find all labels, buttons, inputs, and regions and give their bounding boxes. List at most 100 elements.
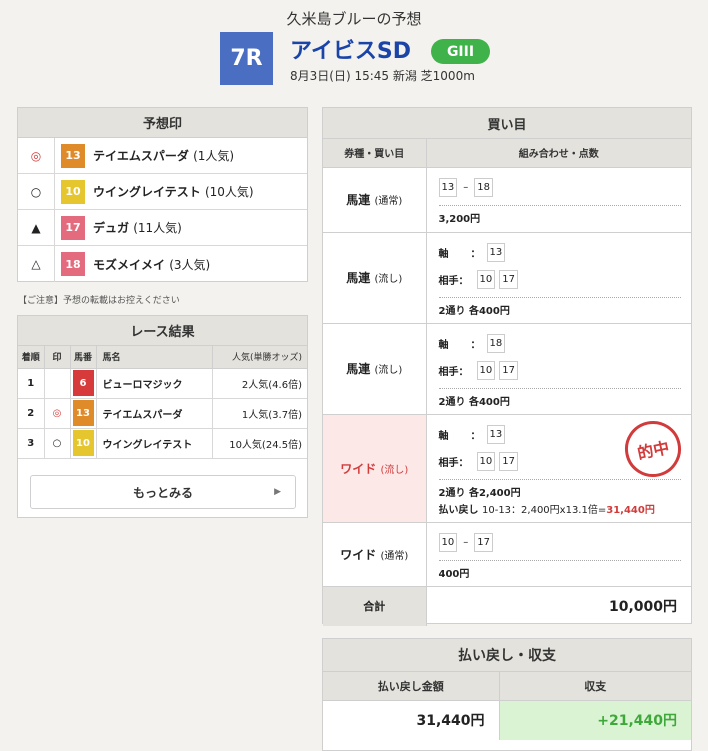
combo-number: 13 — [438, 178, 458, 197]
horse-name: モズメイメイ (3人気) — [93, 256, 210, 273]
bet-row: ワイド (通常) 10 – 17 400円 — [323, 522, 691, 587]
horse-number: 13 — [61, 143, 85, 168]
bet-type: ワイド (流し) — [323, 414, 427, 523]
horse-name: デュガ (11人気) — [93, 219, 182, 236]
horse-number: 6 — [72, 370, 94, 396]
bet-type-sub: (流し) — [374, 365, 403, 376]
popularity: (11人気) — [133, 221, 182, 235]
mark-open-triangle-icon: △ — [18, 246, 55, 282]
axis-line: 軸： 13 — [439, 241, 682, 265]
summary-panel: 払い戻し・収支 払い戻し金額 収支 31,440円 +21,440円 — [322, 638, 692, 751]
combo-number: 17 — [474, 533, 493, 552]
horse-num-cell: 10 — [70, 428, 97, 459]
race-number-badge: 7R — [220, 32, 273, 85]
partner-label: 相手： — [438, 276, 469, 287]
horse-number: 10 — [72, 430, 94, 456]
bet-type: 馬連 (流し) — [323, 323, 427, 415]
dash: – — [463, 182, 469, 193]
bet-type: ワイド (通常) — [323, 522, 427, 587]
bet-type-sub: (通常) — [380, 550, 409, 562]
divider — [438, 387, 681, 389]
mark-double-circle-icon: ◎ — [18, 138, 55, 173]
bet-detail: 軸： 18 相手： 10 17 2通り 各400円 — [426, 323, 691, 415]
bet-row: 馬連 (流し) 軸： 18 相手： 10 17 2通り 各400円 — [323, 323, 691, 415]
table-row[interactable]: 1 6 ビューロマジック 2人気(4.6倍) — [18, 368, 307, 399]
bet-type-sub: (流し) — [374, 274, 403, 285]
partner-number: 17 — [499, 270, 518, 289]
more-button[interactable]: もっとみる ▶ — [30, 475, 296, 509]
col-pop: 人気(単勝オッズ) — [212, 346, 307, 369]
bet-amount: 400円 — [438, 568, 470, 580]
mark-double-circle-icon: ◎ — [44, 398, 71, 429]
bet-amount: 2通り 各400円 — [438, 305, 510, 317]
horse-name: テイエムスパーダ — [96, 398, 214, 429]
summary-col-payout: 払い戻し金額 — [323, 672, 500, 701]
horse-number: 17 — [61, 215, 85, 240]
results-panel: レース結果 着順 印 馬番 馬名 人気(単勝オッズ) 1 6 ビューロマジック … — [17, 315, 308, 518]
grade-badge: GIII — [431, 39, 490, 64]
bet-detail: 10 – 17 400円 — [426, 522, 691, 587]
combo-line: 10 – 17 — [438, 531, 682, 555]
col-rank: 着順 — [18, 346, 45, 369]
bet-detail: 13 – 18 3,200円 — [426, 167, 691, 233]
horse-name: テイエムスパーダ (1人気) — [93, 147, 234, 164]
payout-detail: 10-13：2,400円x13.1倍= — [481, 504, 607, 516]
bet-row: 馬連 (通常) 13 – 18 3,200円 — [323, 167, 691, 233]
popularity: 2人気(4.6倍) — [212, 368, 307, 399]
axis-line: 軸： 18 — [439, 332, 682, 356]
prediction-row[interactable]: ▲ 17 デュガ (11人気) — [18, 210, 307, 246]
mark-circle-icon: ○ — [18, 174, 55, 209]
rank: 2 — [18, 398, 45, 429]
mark-circle-icon: ○ — [44, 428, 71, 459]
divider — [438, 559, 681, 561]
horse-name-text: ウイングレイテスト — [93, 185, 201, 199]
popularity: (1人気) — [193, 149, 235, 163]
partner-number: 17 — [499, 361, 518, 380]
bet-row-hit: ワイド (流し) 的中 軸： 13 相手： 10 17 2通り 各2,400円 … — [323, 414, 691, 523]
partner-label: 相手： — [438, 458, 469, 469]
bet-amount: 2通り 各2,400円 — [438, 487, 521, 499]
prediction-row[interactable]: ○ 10 ウイングレイテスト (10人気) — [18, 174, 307, 210]
horse-num-cell: 13 — [70, 398, 97, 429]
prediction-panel: 予想印 ◎ 13 テイエムスパーダ (1人気) ○ 10 ウイングレイテスト (… — [17, 107, 308, 282]
summary-title: 払い戻し・収支 — [323, 639, 691, 672]
combo-number: 18 — [474, 178, 493, 197]
prediction-row[interactable]: △ 18 モズメイメイ (3人気) — [18, 246, 307, 282]
horse-name-text: デュガ — [93, 221, 130, 235]
col-mark: 印 — [44, 346, 71, 369]
partner-number: 17 — [499, 452, 518, 471]
summary-balance: +21,440円 — [499, 700, 691, 740]
horse-name: ウイングレイテスト (10人気) — [93, 183, 254, 200]
bet-type: 馬連 (流し) — [323, 232, 427, 324]
table-row[interactable]: 3 ○ 10 ウイングレイテスト 10人気(24.5倍) — [18, 428, 307, 459]
bet-row: 馬連 (流し) 軸： 13 相手： 10 17 2通り 各400円 — [323, 232, 691, 324]
bet-amount: 2通り 各400円 — [438, 396, 510, 408]
summary-table: 払い戻し金額 収支 31,440円 +21,440円 — [323, 672, 691, 740]
horse-number: 10 — [61, 179, 85, 204]
mark — [44, 368, 71, 399]
race-name[interactable]: アイビスSD — [290, 33, 411, 65]
popularity: (10人気) — [204, 185, 254, 199]
summary-payout: 31,440円 — [323, 700, 500, 740]
bet-type-label: 馬連 — [346, 271, 371, 285]
bet-detail: 軸： 13 相手： 10 17 2通り 各400円 — [426, 232, 691, 324]
divider — [438, 478, 681, 480]
horse-name-text: テイエムスパーダ — [93, 149, 189, 163]
prediction-row[interactable]: ◎ 13 テイエムスパーダ (1人気) — [18, 138, 307, 174]
table-row[interactable]: 2 ◎ 13 テイエムスパーダ 1人気(3.7倍) — [18, 398, 307, 429]
horse-name: ウイングレイテスト — [96, 428, 214, 459]
bets-title: 買い目 — [323, 108, 691, 139]
partner-number: 10 — [476, 452, 496, 471]
bet-type: 馬連 (通常) — [323, 167, 427, 233]
partner-line: 相手： 10 17 — [439, 359, 682, 383]
bet-detail: 的中 軸： 13 相手： 10 17 2通り 各2,400円 払い戻し 10-1… — [426, 414, 691, 523]
divider — [438, 296, 681, 298]
popularity: 1人気(3.7倍) — [212, 398, 307, 429]
bet-type-label: ワイド — [340, 547, 377, 562]
horse-number: 13 — [72, 400, 94, 426]
bet-type-label: 馬連 — [346, 193, 371, 207]
chevron-right-icon: ▶ — [274, 487, 281, 497]
rank: 3 — [18, 428, 45, 459]
prediction-list: ◎ 13 テイエムスパーダ (1人気) ○ 10 ウイングレイテスト (10人気… — [18, 138, 307, 282]
bet-type-label: 馬連 — [346, 362, 371, 376]
